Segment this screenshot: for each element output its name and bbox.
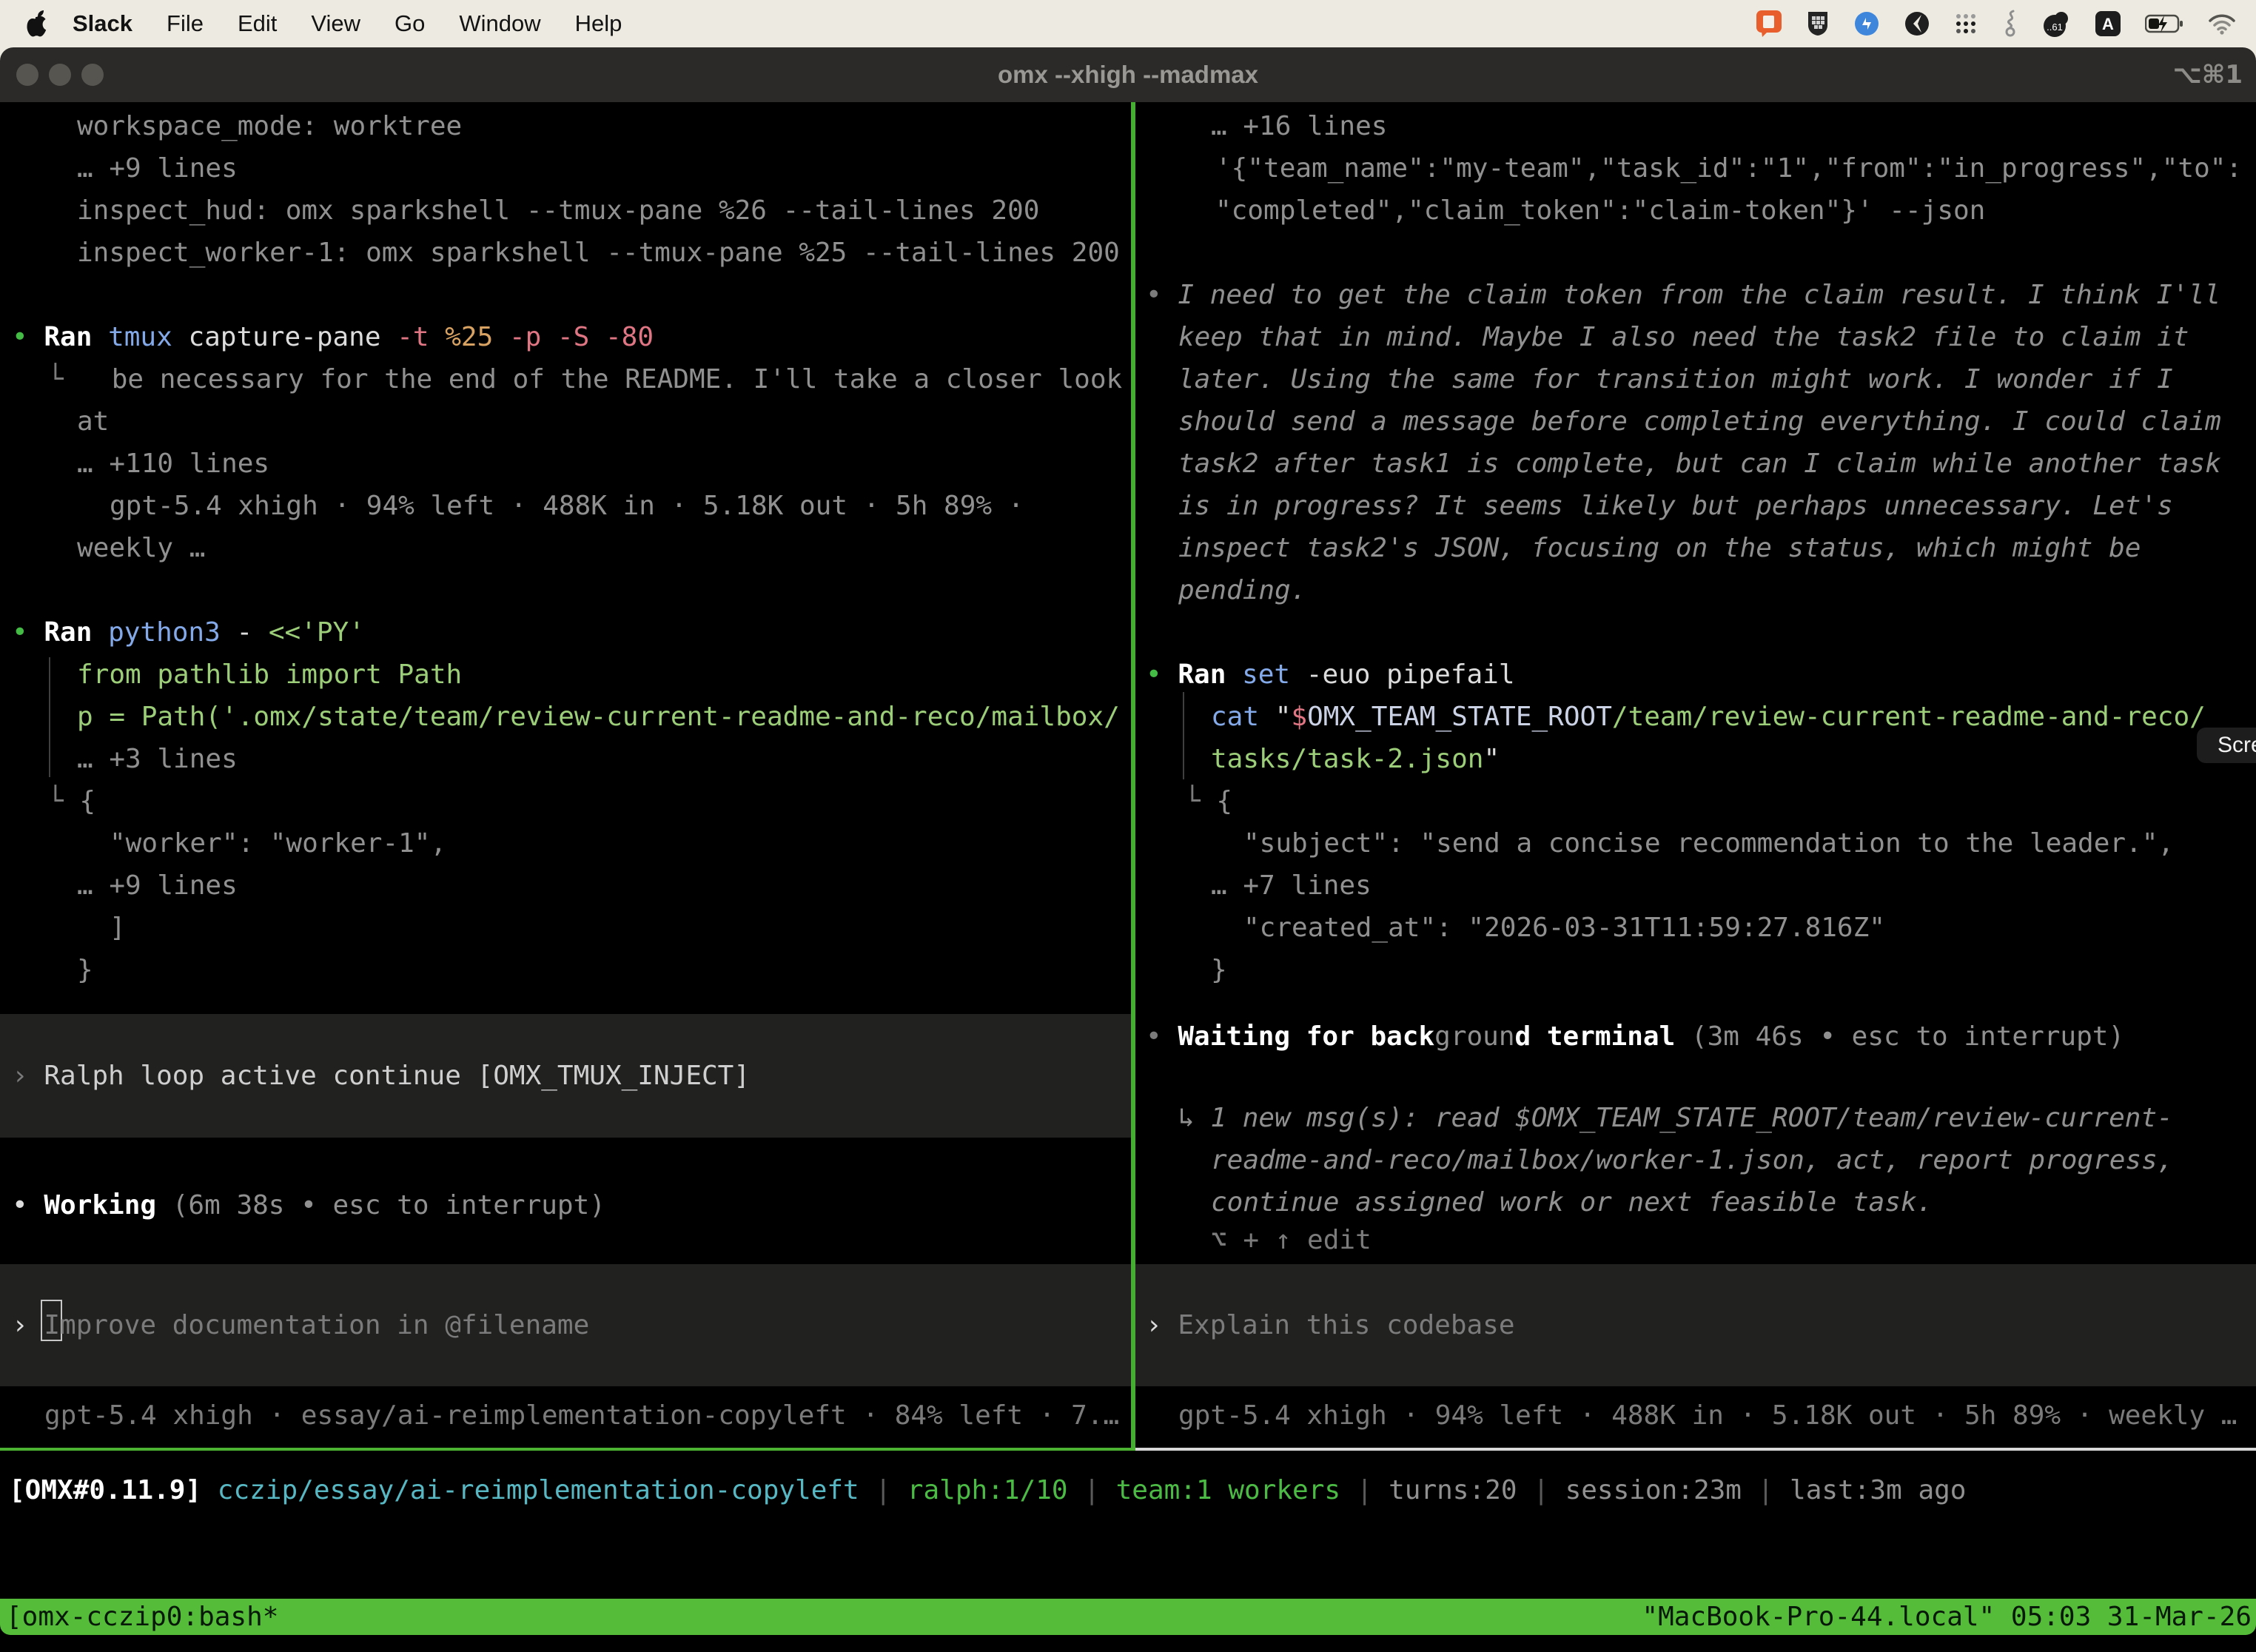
terminal-line: • Ran python3 - <<'PY' bbox=[12, 611, 365, 654]
wifi-icon[interactable] bbox=[2207, 13, 2237, 35]
terminal-line: • Ran set -euo pipefail bbox=[1146, 654, 1515, 696]
terminal-line: from pathlib import Path bbox=[77, 654, 462, 696]
output-guide-line bbox=[49, 657, 50, 777]
terminal-line: } bbox=[77, 949, 93, 991]
terminal-line: › Improve documentation in @filename bbox=[12, 1304, 589, 1346]
terminal-line: gpt-5.4 xhigh · essay/ai-reimplementatio… bbox=[44, 1394, 1119, 1437]
terminal-line: "subject": "send a concise recommendatio… bbox=[1243, 822, 2174, 864]
window-shortcut-badge: ⌥⌘1 bbox=[2173, 47, 2243, 102]
terminal-line: readme-and-reco/mailbox/worker-1.json, a… bbox=[1211, 1139, 2173, 1181]
menu-item-go[interactable]: Go bbox=[395, 10, 425, 37]
terminal-line: › Explain this codebase bbox=[1146, 1304, 1515, 1346]
dark-circle-play-icon[interactable] bbox=[1904, 10, 1930, 37]
output-guide-line bbox=[1183, 692, 1184, 779]
terminal-line: … +3 lines bbox=[77, 738, 238, 780]
terminal-line: weekly … bbox=[77, 527, 205, 569]
tmux-host-clock-label: "MacBook-Pro-44.local" 05:03 31-Mar-26 bbox=[1642, 1602, 2256, 1632]
terminal-line: continue assigned work or next feasible … bbox=[1211, 1181, 1933, 1223]
apple-menu-icon[interactable] bbox=[22, 7, 52, 40]
terminal-line: later. Using the same for transition mig… bbox=[1178, 358, 2173, 400]
terminal-line: should send a message before completing … bbox=[1178, 400, 2221, 443]
window-titlebar[interactable]: omx --xhigh --madmax ⌥⌘1 bbox=[0, 47, 2256, 102]
terminal-line: inspect_hud: omx sparkshell --tmux-pane … bbox=[77, 189, 1039, 232]
terminal-line: workspace_mode: worktree bbox=[77, 105, 462, 147]
terminal-line: cat "$OMX_TEAM_STATE_ROOT/team/review-cu… bbox=[1211, 696, 2206, 738]
menu-item-slack[interactable]: Slack bbox=[73, 10, 132, 37]
terminal-line: is in progress? It seems likely but perh… bbox=[1178, 485, 2173, 527]
terminal-line: └ { bbox=[47, 780, 95, 822]
terminal-line: inspect_worker-1: omx sparkshell --tmux-… bbox=[77, 232, 1120, 274]
window-title: omx --xhigh --madmax bbox=[0, 47, 2256, 102]
menu-bar-status-icons: ..61 A bbox=[1756, 10, 2256, 38]
menu-item-edit[interactable]: Edit bbox=[238, 10, 277, 37]
screen-tooltip-label: Scre bbox=[2218, 733, 2256, 758]
terminal-line: ] bbox=[110, 907, 126, 949]
terminal-line: task2 after task1 is complete, but can I… bbox=[1178, 443, 2221, 485]
terminal-line: at bbox=[77, 400, 109, 443]
menu-item-help[interactable]: Help bbox=[575, 10, 622, 37]
squiggle-icon[interactable] bbox=[2001, 10, 2019, 38]
terminal-line: tasks/task-2.json" bbox=[1211, 738, 1500, 780]
menu-item-window[interactable]: Window bbox=[459, 10, 540, 37]
battery-icon[interactable] bbox=[2145, 13, 2183, 34]
terminal-line: keep that in mind. Maybe I also need the… bbox=[1178, 316, 2189, 358]
pane-divider[interactable] bbox=[1131, 102, 1135, 1451]
terminal-line: • Ran tmux capture-pane -t %25 -p -S -80 bbox=[12, 316, 654, 358]
screen: Slack File Edit View Go Window Help ..61 A omx … bbox=[0, 0, 2256, 1652]
svg-text:A: A bbox=[2102, 15, 2114, 33]
terminal-line: inspect task2's JSON, focusing on the st… bbox=[1178, 527, 2141, 569]
tmux-session-label: [omx-cczip0:bash* bbox=[0, 1602, 278, 1632]
menu-bar: Slack File Edit View Go Window Help ..61 A bbox=[0, 0, 2256, 47]
terminal-line: • Waiting for background terminal (3m 46… bbox=[1146, 1015, 2124, 1058]
terminal-line: • I need to get the claim token from the… bbox=[1146, 274, 2220, 316]
terminal-line: "worker": "worker-1", bbox=[110, 822, 446, 864]
terminal-line: … +16 lines bbox=[1211, 105, 1387, 147]
tmux-status-bar: [omx-cczip0:bash* "MacBook-Pro-44.local"… bbox=[0, 1599, 2256, 1635]
shield-grid-icon[interactable] bbox=[1806, 10, 1830, 37]
terminal-line: › Ralph loop active continue [OMX_TMUX_I… bbox=[12, 1055, 750, 1097]
vpn-badge-icon[interactable]: ..61 bbox=[2043, 10, 2071, 38]
terminal-line: … +110 lines bbox=[77, 443, 269, 485]
omx-status-line: [OMX#0.11.9] cczip/essay/ai-reimplementa… bbox=[9, 1469, 1966, 1511]
menu-bar-left: Slack File Edit View Go Window Help bbox=[0, 7, 656, 40]
terminal: workspace_mode: worktree… +9 linesinspec… bbox=[0, 102, 2256, 1451]
terminal-line: └ be necessary for the end of the README… bbox=[47, 358, 1122, 400]
terminal-line: ⌥ + ↑ edit bbox=[1211, 1219, 1372, 1261]
chat-app-icon[interactable] bbox=[1756, 10, 1782, 38]
terminal-line: └ { bbox=[1184, 780, 1232, 822]
terminal-line: "completed","claim_token":"claim-token"}… bbox=[1215, 189, 1985, 232]
a-app-icon[interactable]: A bbox=[2095, 10, 2121, 37]
terminal-line: gpt-5.4 xhigh · 94% left · 488K in · 5.1… bbox=[1178, 1394, 2237, 1437]
svg-text:..61: ..61 bbox=[2047, 21, 2063, 33]
terminal-line: gpt-5.4 xhigh · 94% left · 488K in · 5.1… bbox=[110, 485, 1024, 527]
terminal-line: pending. bbox=[1178, 569, 1306, 611]
menu-item-file[interactable]: File bbox=[167, 10, 204, 37]
menu-item-view[interactable]: View bbox=[311, 10, 360, 37]
pane-border-right bbox=[1135, 1448, 2256, 1451]
screen-tooltip: Scre bbox=[2197, 728, 2256, 763]
terminal-line: } bbox=[1211, 949, 1227, 991]
terminal-line: '{"team_name":"my-team","task_id":"1","f… bbox=[1215, 147, 2242, 189]
terminal-line: … +9 lines bbox=[77, 147, 238, 189]
terminal-line: p = Path('.omx/state/team/review-current… bbox=[77, 696, 1120, 738]
terminal-line: … +9 lines bbox=[77, 864, 238, 907]
dots-grid-icon[interactable] bbox=[1954, 12, 1978, 36]
terminal-line: • Working (6m 38s • esc to interrupt) bbox=[12, 1184, 605, 1226]
terminal-line: ↳ 1 new msg(s): read $OMX_TEAM_STATE_ROO… bbox=[1178, 1097, 2173, 1139]
terminal-line: "created_at": "2026-03-31T11:59:27.816Z" bbox=[1243, 907, 1885, 949]
blue-badge-icon[interactable] bbox=[1853, 10, 1880, 37]
terminal-line: … +7 lines bbox=[1211, 864, 1372, 907]
pane-border-left bbox=[0, 1448, 1135, 1451]
